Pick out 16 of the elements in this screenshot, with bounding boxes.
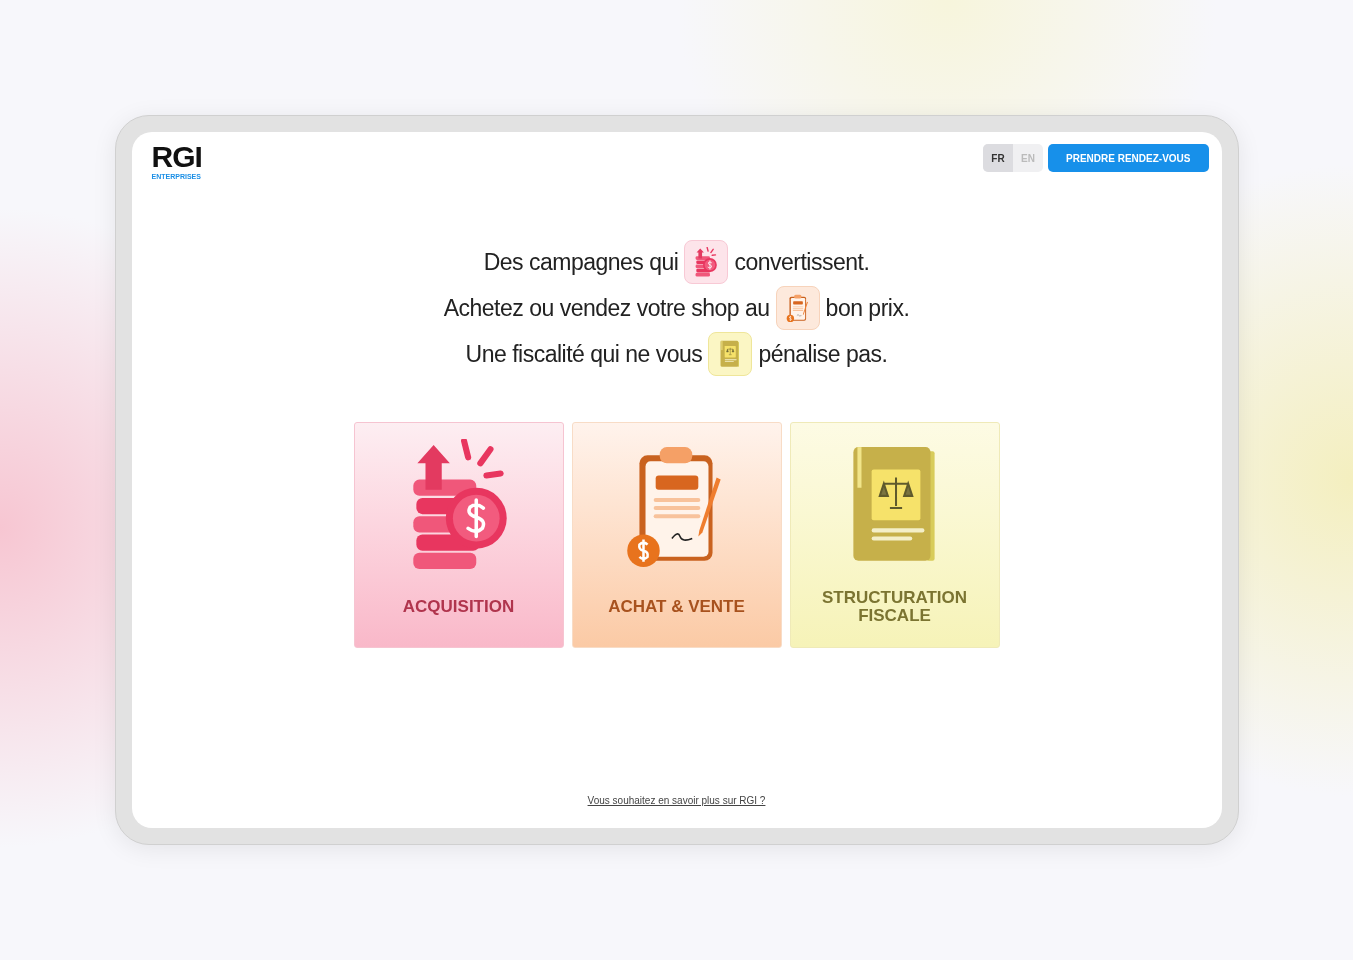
card-title: ACHAT & VENTE [608, 598, 745, 616]
service-card[interactable]: ACQUISITION [353, 422, 564, 648]
appointment-button[interactable]: PRENDRE RENDEZ-VOUS [1048, 144, 1209, 172]
service-card[interactable]: STRUCTURATION FISCALE [789, 422, 1000, 648]
headline-text: convertissent. [734, 247, 870, 277]
headline-text: bon prix. [825, 293, 910, 323]
service-card[interactable]: ACHAT & VENTE [571, 422, 782, 648]
headline-text: Des campagnes qui [483, 247, 679, 277]
headline-text: Achetez ou vendez votre shop au [443, 293, 770, 323]
learn-more-link[interactable]: Vous souhaitez en savoir plus sur RGI ? [587, 793, 766, 808]
language-option[interactable]: FR [983, 144, 1014, 172]
logo-wordmark: RGI [151, 142, 202, 172]
headline-text: pénalise pas. [758, 339, 888, 369]
headline-text: Une fiscalité qui ne vous [465, 339, 703, 369]
card-title: STRUCTURATION FISCALE [820, 589, 969, 625]
card-title: ACQUISITION [402, 598, 515, 616]
